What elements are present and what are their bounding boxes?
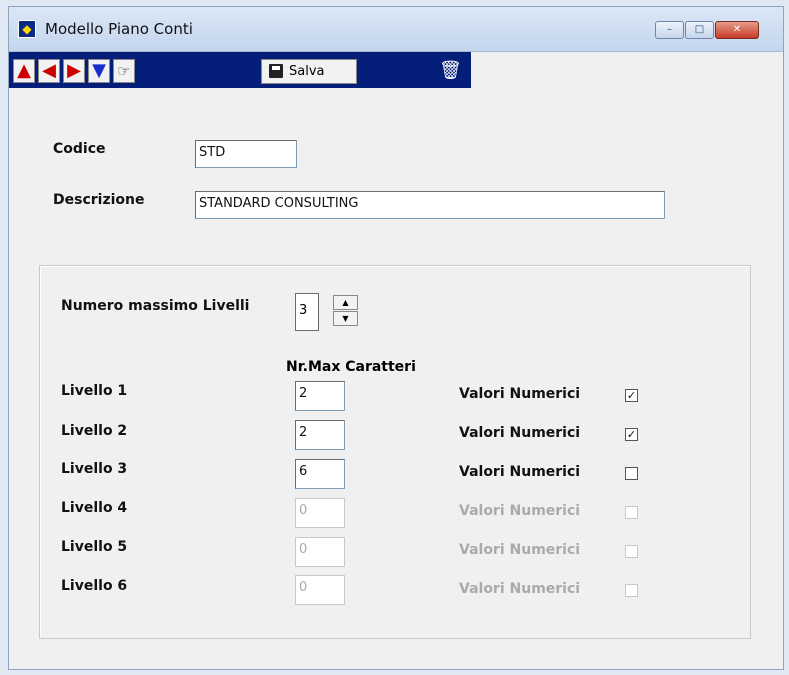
window-title: Modello Piano Conti (45, 20, 193, 38)
next-record-button[interactable]: ▶ (63, 59, 85, 83)
livello-2-chars-field[interactable]: 2 (295, 420, 345, 450)
livello-4-numeric-checkbox[interactable] (625, 506, 638, 519)
delete-button[interactable]: 🗑 (439, 58, 462, 84)
max-chars-header: Nr.Max Caratteri (286, 359, 416, 375)
toolbar: ▲ ◀ ▶ ▼ ☞ Salva 🗑 (9, 52, 471, 88)
livello-6-label: Livello 6 (61, 578, 128, 594)
livello-5-numeric-checkbox[interactable] (625, 545, 638, 558)
livello-4-numeric-label: Valori Numerici (459, 503, 581, 519)
livello-4-chars-field[interactable]: 0 (295, 498, 345, 528)
main-window: ◆ Modello Piano Conti – □ ✕ ▲ ◀ ▶ ▼ ☞ Sa… (8, 6, 784, 670)
minimize-button[interactable]: – (655, 21, 684, 39)
last-arrow-icon: ▼ (92, 60, 106, 81)
livello-5-label: Livello 5 (61, 539, 128, 555)
livello-4-label: Livello 4 (61, 500, 128, 516)
livello-6-chars-field[interactable]: 0 (295, 575, 345, 605)
save-button-label: Salva (289, 64, 325, 79)
title-bar: ◆ Modello Piano Conti – □ ✕ (9, 7, 783, 52)
livello-1-numeric-checkbox[interactable]: ✓ (625, 389, 638, 402)
livello-3-chars-field[interactable]: 6 (295, 459, 345, 489)
next-arrow-icon: ▶ (67, 60, 81, 81)
livello-2-label: Livello 2 (61, 423, 128, 439)
livello-6-numeric-label: Valori Numerici (459, 581, 581, 597)
num-livelli-input[interactable]: 3 (295, 293, 319, 331)
livello-2-numeric-checkbox[interactable]: ✓ (625, 428, 638, 441)
livello-1-numeric-label: Valori Numerici (459, 386, 581, 402)
codice-field[interactable]: STD (195, 140, 297, 168)
save-button[interactable]: Salva (261, 59, 357, 84)
first-arrow-icon: ▲ (17, 60, 31, 81)
descrizione-field[interactable]: STANDARD CONSULTING (195, 191, 665, 219)
app-icon: ◆ (18, 20, 36, 38)
last-record-button[interactable]: ▼ (88, 59, 110, 83)
descrizione-label: Descrizione (53, 192, 145, 208)
levels-groupbox (39, 265, 751, 639)
close-button[interactable]: ✕ (715, 21, 759, 39)
first-record-button[interactable]: ▲ (13, 59, 35, 83)
find-icon: ☞ (117, 62, 131, 80)
previous-record-button[interactable]: ◀ (38, 59, 60, 83)
prev-arrow-icon: ◀ (42, 60, 56, 81)
spin-up-button[interactable]: ▲ (333, 295, 358, 310)
floppy-disk-icon (269, 64, 283, 78)
codice-label: Codice (53, 141, 106, 157)
trash-icon: 🗑 (439, 60, 462, 81)
livello-1-label: Livello 1 (61, 383, 128, 399)
maximize-button[interactable]: □ (685, 21, 714, 39)
livello-2-numeric-label: Valori Numerici (459, 425, 581, 441)
spin-down-button[interactable]: ▼ (333, 311, 358, 326)
find-button[interactable]: ☞ (113, 59, 135, 83)
livello-5-numeric-label: Valori Numerici (459, 542, 581, 558)
livello-3-numeric-checkbox[interactable] (625, 467, 638, 480)
livello-3-label: Livello 3 (61, 461, 128, 477)
livello-6-numeric-checkbox[interactable] (625, 584, 638, 597)
num-livelli-label: Numero massimo Livelli (61, 298, 250, 314)
livello-1-chars-field[interactable]: 2 (295, 381, 345, 411)
livello-5-chars-field[interactable]: 0 (295, 537, 345, 567)
livello-3-numeric-label: Valori Numerici (459, 464, 581, 480)
